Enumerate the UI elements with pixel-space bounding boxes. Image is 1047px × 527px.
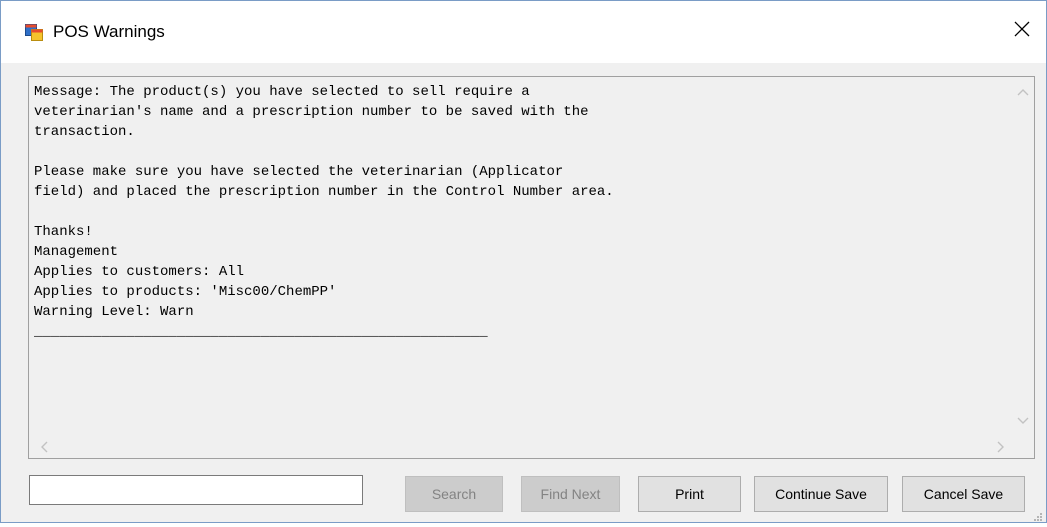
print-button[interactable]: Print [638, 476, 741, 512]
scroll-down-arrow-icon[interactable] [1012, 410, 1034, 432]
horizontal-scrollbar[interactable] [29, 436, 1012, 458]
warning-message-text: Message: The product(s) you have selecte… [34, 84, 614, 340]
title-bar[interactable]: POS Warnings [1, 1, 1046, 63]
vertical-scrollbar[interactable] [1012, 77, 1034, 436]
search-input[interactable] [29, 475, 363, 505]
scroll-left-arrow-icon[interactable] [33, 436, 55, 458]
pos-warnings-dialog: POS Warnings Message: The product(s) you… [0, 0, 1047, 523]
window-title: POS Warnings [53, 22, 165, 41]
continue-save-button[interactable]: Continue Save [754, 476, 888, 512]
search-button[interactable]: Search [405, 476, 503, 512]
message-textbox[interactable]: Message: The product(s) you have selecte… [28, 76, 1035, 459]
scroll-right-arrow-icon[interactable] [990, 436, 1012, 458]
cancel-save-button[interactable]: Cancel Save [902, 476, 1025, 512]
close-button[interactable] [1002, 11, 1042, 51]
scroll-up-arrow-icon[interactable] [1012, 81, 1034, 103]
app-window-icon [25, 23, 43, 41]
scrollbar-corner [1012, 436, 1034, 458]
find-next-button[interactable]: Find Next [521, 476, 620, 512]
resize-grip-icon[interactable] [1033, 509, 1043, 521]
close-icon [1014, 21, 1030, 42]
